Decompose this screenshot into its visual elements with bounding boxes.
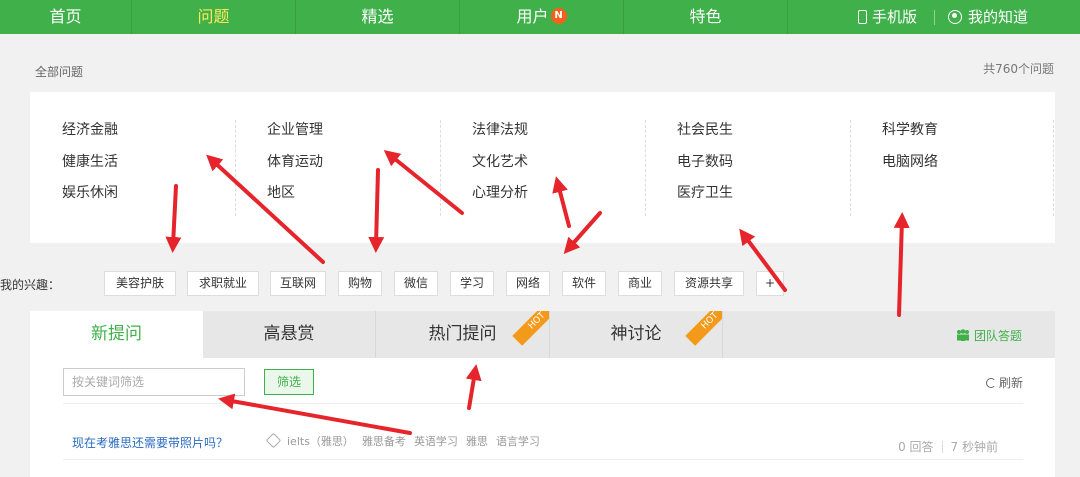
category-panel: 经济金融 健康生活 娱乐休闲 企业管理 体育运动 地区 法律法规 文化艺术 心理… (30, 92, 1055, 243)
category-column: 科学教育 电脑网络 (882, 120, 938, 183)
category-divider (1053, 120, 1054, 216)
nav-item-label: 特色 (689, 7, 722, 26)
tab-high-reward[interactable]: 高悬赏 (203, 311, 376, 358)
category-link[interactable]: 企业管理 (267, 120, 323, 152)
category-link[interactable]: 健康生活 (62, 152, 118, 184)
filter-button[interactable]: 筛选 (264, 369, 314, 395)
add-interest-button[interactable]: + (756, 271, 784, 296)
nav-item-home[interactable]: 首页 (0, 0, 131, 34)
hot-badge: HOT (685, 311, 722, 346)
nav-item-users[interactable]: 用户 N (460, 0, 623, 34)
my-label: 我的知道 (968, 8, 1029, 26)
keyword-filter-input[interactable]: 按关键词筛选 (63, 368, 245, 396)
tab-label: 热门提问 (428, 324, 497, 344)
nav-item-featured[interactable]: 精选 (296, 0, 459, 34)
tab-label: 高悬赏 (263, 324, 315, 344)
interest-tag[interactable]: 软件 (562, 271, 606, 296)
category-column: 企业管理 体育运动 地区 (267, 120, 323, 215)
top-nav: 首页 问题 精选 用户 N 特色 手机版 我的知道 (0, 0, 1080, 34)
category-link[interactable]: 电子数码 (677, 152, 733, 184)
question-tag[interactable]: 语言学习 (496, 435, 540, 448)
mobile-label: 手机版 (872, 8, 918, 26)
answer-count: 0 回答 (898, 440, 934, 454)
refresh-icon (985, 378, 996, 388)
category-divider (235, 120, 236, 216)
team-label: 团队答题 (973, 329, 1022, 343)
interest-tag[interactable]: 微信 (394, 271, 438, 296)
interest-tag[interactable]: 美容护肤 (104, 271, 176, 296)
category-link[interactable]: 电脑网络 (882, 152, 938, 184)
nav-divider (787, 0, 788, 34)
tab-hot-questions[interactable]: 热门提问 HOT (376, 311, 550, 358)
category-link[interactable]: 法律法规 (472, 120, 528, 152)
my-zhidao-link[interactable]: 我的知道 (948, 0, 1028, 34)
user-icon (948, 10, 962, 24)
question-tag[interactable]: ielts（雅思） (287, 435, 354, 448)
category-link[interactable]: 地区 (267, 183, 323, 215)
interest-tag[interactable]: 求职就业 (187, 271, 259, 296)
tab-new-questions[interactable]: 新提问 (30, 311, 203, 358)
divider (63, 459, 1023, 460)
category-link[interactable]: 社会民生 (677, 120, 733, 152)
breadcrumb: 全部问题 (35, 65, 84, 79)
question-panel: 新提问 高悬赏 热门提问 HOT 神讨论 HOT 团队答题 按关键词筛选 筛选 刷新… (30, 311, 1055, 477)
category-column: 社会民生 电子数码 医疗卫生 (677, 120, 733, 215)
category-column: 经济金融 健康生活 娱乐休闲 (62, 120, 118, 215)
hot-badge: HOT (512, 311, 549, 346)
question-tags: ielts（雅思） 雅思备考 英语学习 雅思 语言学习 (265, 432, 548, 449)
nav-item-special[interactable]: 特色 (624, 0, 787, 34)
category-link[interactable]: 娱乐休闲 (62, 183, 118, 215)
interests-label: 我的兴趣： (0, 278, 61, 292)
category-link[interactable]: 经济金融 (62, 120, 118, 152)
nav-item-questions[interactable]: 问题 (132, 0, 295, 34)
mobile-link[interactable]: 手机版 (858, 0, 917, 34)
tab-discussion[interactable]: 神讨论 HOT (550, 311, 723, 358)
interest-tag[interactable]: 网络 (506, 271, 550, 296)
team-icon (956, 329, 969, 341)
interest-tag[interactable]: 资源共享 (674, 271, 744, 296)
nav-item-label: 首页 (49, 7, 82, 26)
category-link[interactable]: 科学教育 (882, 120, 938, 152)
tag-icon (265, 432, 282, 449)
nav-item-label: 用户 (516, 7, 549, 26)
category-divider (850, 120, 851, 216)
divider (63, 403, 1023, 404)
interest-tag[interactable]: 学习 (450, 271, 494, 296)
refresh-label: 刷新 (998, 376, 1023, 390)
question-tag[interactable]: 雅思备考 (362, 435, 406, 448)
question-tag[interactable]: 英语学习 (414, 435, 458, 448)
category-link[interactable]: 文化艺术 (472, 152, 528, 184)
team-answer-link[interactable]: 团队答题 (956, 327, 1022, 344)
nav-item-label: 精选 (361, 7, 394, 26)
interest-tag[interactable]: 互联网 (270, 271, 326, 296)
category-link[interactable]: 体育运动 (267, 152, 323, 184)
category-link[interactable]: 心理分析 (472, 183, 528, 215)
tab-bar: 新提问 高悬赏 热门提问 HOT 神讨论 HOT 团队答题 (30, 311, 1055, 358)
phone-icon (858, 10, 867, 24)
interest-tag[interactable]: 商业 (618, 271, 662, 296)
category-link[interactable]: 医疗卫生 (677, 183, 733, 215)
tab-label: 新提问 (91, 324, 142, 344)
tab-label: 神讨论 (610, 324, 662, 344)
nav-right-divider (934, 10, 935, 25)
question-time: 7 秒钟前 (950, 440, 998, 454)
question-meta: 0 回答 7 秒钟前 (898, 438, 998, 455)
question-title-link[interactable]: 现在考雅思还需要带照片吗？ (72, 434, 228, 451)
question-tag[interactable]: 雅思 (466, 435, 488, 448)
refresh-button[interactable]: 刷新 (985, 374, 1023, 391)
question-total: 共760个问题 (983, 62, 1054, 76)
category-divider (440, 120, 441, 216)
interest-tag[interactable]: 购物 (338, 271, 382, 296)
new-badge: N (550, 8, 567, 24)
meta-divider (941, 441, 943, 453)
category-divider (645, 120, 646, 216)
nav-item-label: 问题 (197, 7, 230, 26)
category-column: 法律法规 文化艺术 心理分析 (472, 120, 528, 215)
